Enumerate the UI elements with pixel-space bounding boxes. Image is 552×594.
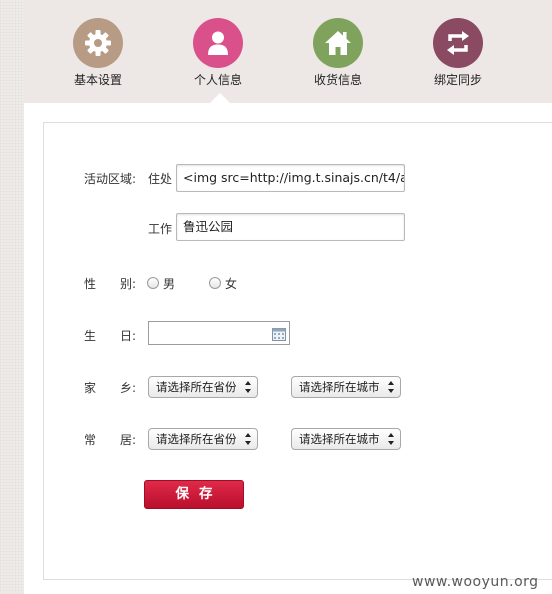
gender-female-label: 女 [225, 277, 238, 291]
sync-icon [433, 18, 483, 68]
gear-icon [73, 18, 123, 68]
nav-item-basic-settings[interactable]: 基本设置 [48, 14, 148, 94]
updown-arrows-icon [388, 433, 394, 445]
updown-arrows-icon [388, 381, 394, 393]
nav-label: 基本设置 [73, 73, 122, 87]
background-texture [0, 0, 24, 594]
nav-item-shipping-info[interactable]: 收货信息 [288, 14, 388, 94]
select-value: 请选择所在城市 [299, 380, 380, 394]
updown-arrows-icon [245, 433, 251, 445]
gender-male-radio[interactable] [147, 277, 159, 289]
updown-arrows-icon [245, 381, 251, 393]
work-label: 工作 [148, 222, 173, 236]
residence-input[interactable]: <img src=http://img.t.sinajs.cn/t4/a [176, 164, 405, 192]
select-value: 请选择所在省份 [156, 432, 237, 446]
current-residence-label: 常 居: [84, 433, 137, 447]
birthday-input[interactable] [148, 321, 290, 345]
nav-label: 个人信息 [193, 73, 242, 87]
gender-label: 性 别: [84, 277, 137, 291]
active-tab-pointer [210, 93, 230, 103]
hometown-city-select[interactable]: 请选择所在城市 [291, 376, 401, 398]
select-value: 请选择所在省份 [156, 380, 237, 394]
calendar-icon[interactable] [272, 326, 286, 345]
area-label: 活动区域: [84, 172, 137, 186]
nav-item-bind-sync[interactable]: 绑定同步 [408, 14, 508, 94]
residence-label: 住处 [148, 172, 173, 186]
hometown-province-select[interactable]: 请选择所在省份 [148, 376, 258, 398]
watermark: www.wooyun.org [412, 574, 539, 590]
work-input[interactable]: 鲁迅公园 [176, 213, 405, 241]
person-icon [193, 18, 243, 68]
birthday-label: 生 日: [84, 329, 137, 343]
nav-label: 收货信息 [313, 73, 362, 87]
select-value: 请选择所在城市 [299, 432, 380, 446]
nav-item-personal-info[interactable]: 个人信息 [168, 14, 268, 94]
home-icon [313, 18, 363, 68]
hometown-label: 家 乡: [84, 381, 137, 395]
gender-male-label: 男 [163, 277, 176, 291]
gender-female-radio[interactable] [209, 277, 221, 289]
settings-nav-bar: 基本设置 个人信息 收货信息 绑定同步 [24, 0, 552, 103]
residence-province-select[interactable]: 请选择所在省份 [148, 428, 258, 450]
save-button[interactable]: 保存 [144, 480, 244, 509]
residence-city-select[interactable]: 请选择所在城市 [291, 428, 401, 450]
nav-label: 绑定同步 [433, 73, 482, 87]
